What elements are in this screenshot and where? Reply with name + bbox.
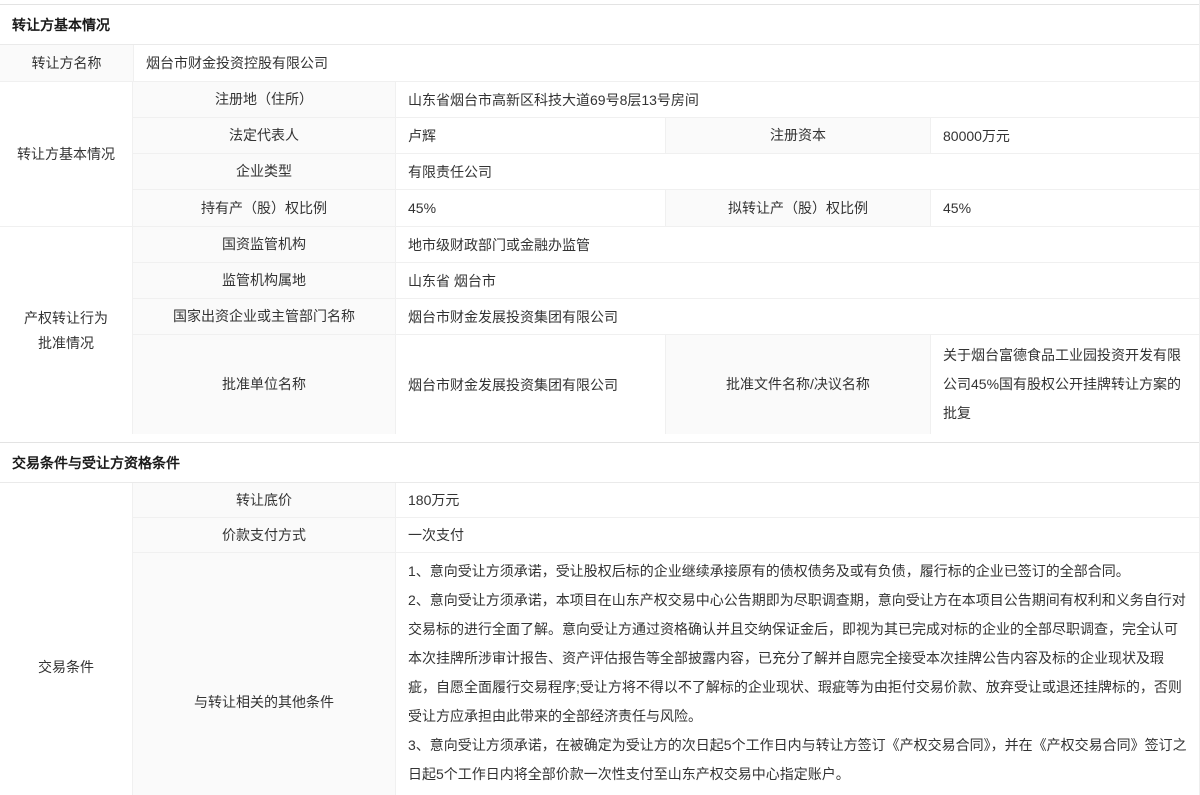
transfer-listing-detail-page: 转让方基本情况 转让方名称 烟台市财金投资控股有限公司 转让方基本情况 注册地（…: [0, 0, 1200, 795]
field-value-legal-rep: 卢辉: [395, 118, 665, 153]
field-value-to-transfer-ratio: 45%: [930, 190, 1199, 226]
group-rows-trade-conditions: 转让底价 180万元 价款支付方式 一次支付 与转让相关的其他条件 1、意向受让…: [133, 483, 1199, 795]
field-label-other-conditions: 与转让相关的其他条件: [133, 553, 395, 795]
table-row-registered-address: 注册地（住所） 山东省烟台市高新区科技大道69号8层13号房间: [133, 82, 1199, 118]
group-label-approval-status: 产权转让行为 批准情况: [0, 227, 133, 434]
table-row-regulator: 国资监管机构 地市级财政部门或金融办监管: [133, 227, 1199, 263]
section-trade-conditions: 交易条件与受让方资格条件 交易条件 转让底价 180万元 价款支付方式 一次支付…: [0, 442, 1199, 795]
field-value-payment-method: 一次支付: [395, 518, 1199, 552]
group-rows-transferor-basic: 注册地（住所） 山东省烟台市高新区科技大道69号8层13号房间 法定代表人 卢辉…: [133, 82, 1199, 226]
field-label-state-enterprise: 国家出资企业或主管部门名称: [133, 299, 395, 334]
field-label-regulator: 国资监管机构: [133, 227, 395, 262]
other-conditions-paragraph-3: 3、意向受让方须承诺，在被确定为受让方的次日起5个工作日内与转让方签订《产权交易…: [408, 731, 1187, 789]
field-label-held-ratio: 持有产（股）权比例: [133, 190, 395, 226]
table-row-approval-unit-doc: 批准单位名称 烟台市财金发展投资集团有限公司 批准文件名称/决议名称 关于烟台富…: [133, 335, 1199, 434]
field-label-floor-price: 转让底价: [133, 483, 395, 517]
other-conditions-paragraph-1: 1、意向受让方须承诺，受让股权后标的企业继续承接原有的债权债务及或有负债，履行标…: [408, 557, 1187, 586]
field-value-registered-capital: 80000万元: [930, 118, 1199, 153]
field-value-approval-unit: 烟台市财金发展投资集团有限公司: [395, 335, 665, 434]
field-value-company-type: 有限责任公司: [395, 154, 1199, 189]
group-label-trade-conditions: 交易条件: [0, 483, 133, 795]
section-title-trade-conditions: 交易条件与受让方资格条件: [0, 443, 1199, 483]
field-label-company-type: 企业类型: [133, 154, 395, 189]
field-label-registered-address: 注册地（住所）: [133, 82, 395, 117]
table-row-payment-method: 价款支付方式 一次支付: [133, 518, 1199, 553]
group-trade-conditions: 交易条件 转让底价 180万元 价款支付方式 一次支付 与转让相关的其他条件 1…: [0, 483, 1199, 795]
field-value-registered-address: 山东省烟台市高新区科技大道69号8层13号房间: [395, 82, 1199, 117]
field-value-floor-price: 180万元: [395, 483, 1199, 517]
field-value-regulator: 地市级财政部门或金融办监管: [395, 227, 1199, 262]
field-value-state-enterprise: 烟台市财金发展投资集团有限公司: [395, 299, 1199, 334]
field-label-registered-capital: 注册资本: [665, 118, 930, 153]
table-row-legal-rep-capital: 法定代表人 卢辉 注册资本 80000万元: [133, 118, 1199, 154]
field-label-approval-unit: 批准单位名称: [133, 335, 395, 434]
field-label-legal-rep: 法定代表人: [133, 118, 395, 153]
field-value-regulator-region: 山东省 烟台市: [395, 263, 1199, 298]
table-row-other-conditions: 与转让相关的其他条件 1、意向受让方须承诺，受让股权后标的企业继续承接原有的债权…: [133, 553, 1199, 795]
table-row-transferor-name: 转让方名称 烟台市财金投资控股有限公司: [0, 45, 1199, 82]
field-label-approval-doc: 批准文件名称/决议名称: [665, 335, 930, 434]
table-row-regulator-region: 监管机构属地 山东省 烟台市: [133, 263, 1199, 299]
field-label-transferor-name: 转让方名称: [0, 45, 133, 81]
other-conditions-paragraph-2: 2、意向受让方须承诺，本项目在山东产权交易中心公告期即为尽职调查期，意向受让方在…: [408, 586, 1187, 731]
table-row-equity-ratios: 持有产（股）权比例 45% 拟转让产（股）权比例 45%: [133, 190, 1199, 226]
field-value-held-ratio: 45%: [395, 190, 665, 226]
other-conditions-paragraph-4: 4、意向受让方须承诺，若被确定为受让方，同意受让标的企业45%股权后，承接履行转…: [408, 789, 1187, 795]
field-label-regulator-region: 监管机构属地: [133, 263, 395, 298]
section-transferor-basic-info: 转让方基本情况 转让方名称 烟台市财金投资控股有限公司 转让方基本情况 注册地（…: [0, 4, 1199, 434]
group-transferor-basic: 转让方基本情况 注册地（住所） 山东省烟台市高新区科技大道69号8层13号房间 …: [0, 82, 1199, 227]
group-rows-approval-status: 国资监管机构 地市级财政部门或金融办监管 监管机构属地 山东省 烟台市 国家出资…: [133, 227, 1199, 434]
field-value-transferor-name: 烟台市财金投资控股有限公司: [133, 45, 1199, 81]
field-label-payment-method: 价款支付方式: [133, 518, 395, 552]
field-label-to-transfer-ratio: 拟转让产（股）权比例: [665, 190, 930, 226]
section-title-transferor: 转让方基本情况: [0, 5, 1199, 45]
table-row-company-type: 企业类型 有限责任公司: [133, 154, 1199, 190]
group-approval-status: 产权转让行为 批准情况 国资监管机构 地市级财政部门或金融办监管 监管机构属地 …: [0, 227, 1199, 434]
table-row-state-enterprise: 国家出资企业或主管部门名称 烟台市财金发展投资集团有限公司: [133, 299, 1199, 335]
table-row-floor-price: 转让底价 180万元: [133, 483, 1199, 518]
field-value-other-conditions: 1、意向受让方须承诺，受让股权后标的企业继续承接原有的债权债务及或有负债，履行标…: [395, 553, 1199, 795]
field-value-approval-doc: 关于烟台富德食品工业园投资开发有限公司45%国有股权公开挂牌转让方案的批复: [930, 335, 1199, 434]
group-label-transferor-basic: 转让方基本情况: [0, 82, 133, 226]
